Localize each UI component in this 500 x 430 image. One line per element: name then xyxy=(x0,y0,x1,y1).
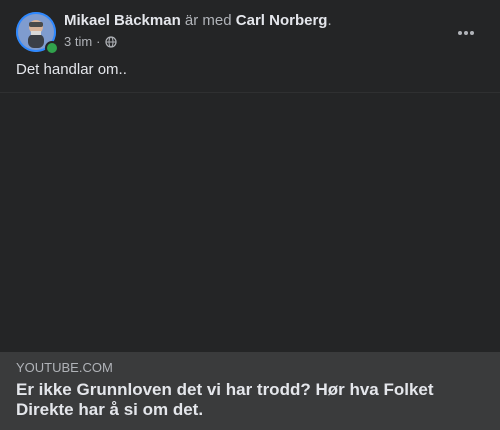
with-text: är med xyxy=(180,12,236,29)
post-title-line: Mikael Bäckman är med Carl Norberg. xyxy=(64,12,332,30)
post-header: Mikael Bäckman är med Carl Norberg. 3 ti… xyxy=(0,0,500,60)
online-status-indicator xyxy=(45,41,59,55)
tagged-person-link[interactable]: Carl Norberg xyxy=(236,12,328,29)
post-card: Mikael Bäckman är med Carl Norberg. 3 ti… xyxy=(0,0,500,430)
more-options-icon xyxy=(457,23,475,41)
link-domain: YOUTUBE.COM xyxy=(16,360,113,375)
video-preview-area[interactable] xyxy=(0,92,500,352)
post-timestamp-link[interactable]: 3 tim xyxy=(64,34,92,50)
globe-icon[interactable] xyxy=(104,36,117,48)
link-title[interactable]: Er ikke Grunnloven det vi har trodd? Hør… xyxy=(16,380,484,420)
post-meta: 3 tim · xyxy=(64,34,117,50)
post-message: Det handlar om.. xyxy=(16,61,127,78)
meta-separator: · xyxy=(96,34,101,49)
more-options-button[interactable] xyxy=(450,16,482,48)
title-trailing-punctuation: . xyxy=(327,12,332,29)
author-name-link[interactable]: Mikael Bäckman xyxy=(64,12,181,29)
link-preview[interactable]: YOUTUBE.COM Er ikke Grunnloven det vi ha… xyxy=(0,352,500,430)
author-avatar[interactable] xyxy=(16,12,59,55)
